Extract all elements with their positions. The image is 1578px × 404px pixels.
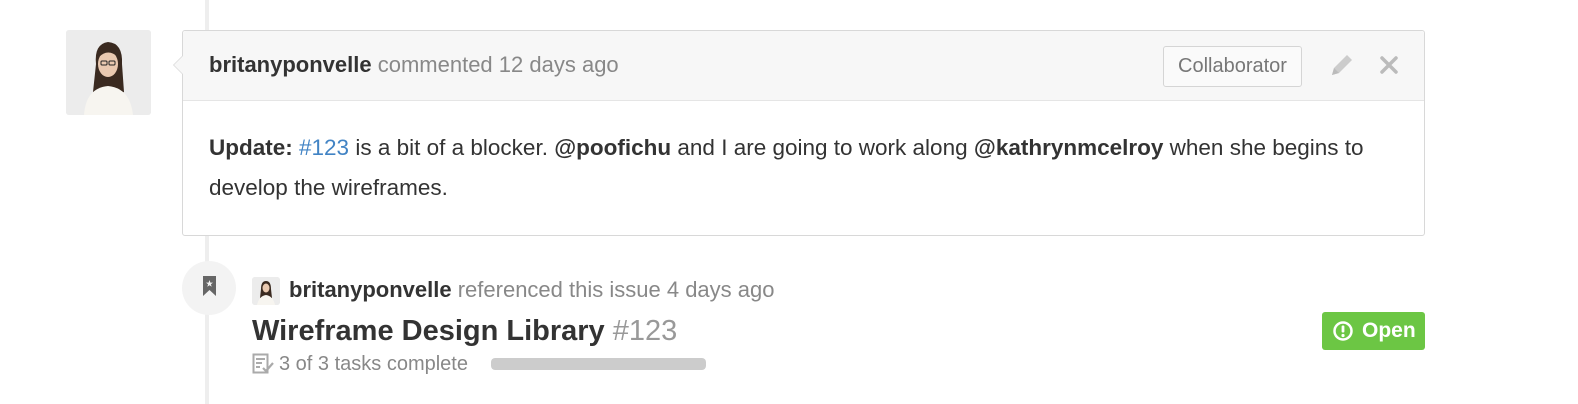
referenced-issue-title[interactable]: Wireframe Design Library #123 bbox=[252, 312, 677, 350]
comment-timestamp[interactable]: 12 days ago bbox=[499, 52, 619, 77]
comment-action: commented bbox=[377, 52, 493, 77]
task-progress-bar bbox=[491, 358, 706, 370]
reference-action: referenced this issue bbox=[457, 277, 661, 302]
reference-timestamp[interactable]: 4 days ago bbox=[667, 277, 775, 302]
pencil-icon[interactable] bbox=[1327, 50, 1357, 80]
close-icon[interactable] bbox=[1374, 50, 1404, 80]
comment-author-avatar[interactable] bbox=[66, 30, 151, 115]
comment-header-text: britanyponvelle commented 12 days ago bbox=[209, 51, 619, 79]
issue-title-text[interactable]: Wireframe Design Library bbox=[252, 315, 605, 347]
comment-body: Update: #123 is a bit of a blocker. @poo… bbox=[183, 101, 1424, 208]
user-mention[interactable]: @kathrynmcelroy bbox=[974, 135, 1164, 160]
issue-state-label: Open bbox=[1362, 319, 1416, 342]
reference-header: britanyponvelle referenced this issue 4 … bbox=[289, 276, 774, 304]
event-badge bbox=[182, 261, 236, 315]
issue-number[interactable]: #123 bbox=[613, 315, 678, 347]
task-progress-fill bbox=[491, 358, 706, 370]
comment-box: britanyponvelle commented 12 days ago Co… bbox=[173, 30, 1425, 236]
event-author-link[interactable]: britanyponvelle bbox=[289, 277, 452, 302]
issue-state-badge: Open bbox=[1322, 312, 1425, 350]
comment-text: and I are going to work along bbox=[677, 135, 968, 160]
update-label: Update: bbox=[209, 135, 293, 160]
comment-author-link[interactable]: britanyponvelle bbox=[209, 52, 372, 77]
task-progress-text: 3 of 3 tasks complete bbox=[279, 353, 468, 375]
user-mention[interactable]: @poofichu bbox=[554, 135, 671, 160]
bookmark-icon bbox=[203, 276, 216, 296]
comment-text: is a bit of a blocker. bbox=[355, 135, 548, 160]
collaborator-badge: Collaborator bbox=[1163, 46, 1302, 87]
comment-header: britanyponvelle commented 12 days ago Co… bbox=[183, 31, 1424, 101]
task-list-icon bbox=[252, 353, 274, 374]
event-author-avatar[interactable] bbox=[252, 277, 280, 305]
issue-opened-icon bbox=[1333, 321, 1353, 341]
issue-reference-link[interactable]: #123 bbox=[299, 135, 349, 160]
